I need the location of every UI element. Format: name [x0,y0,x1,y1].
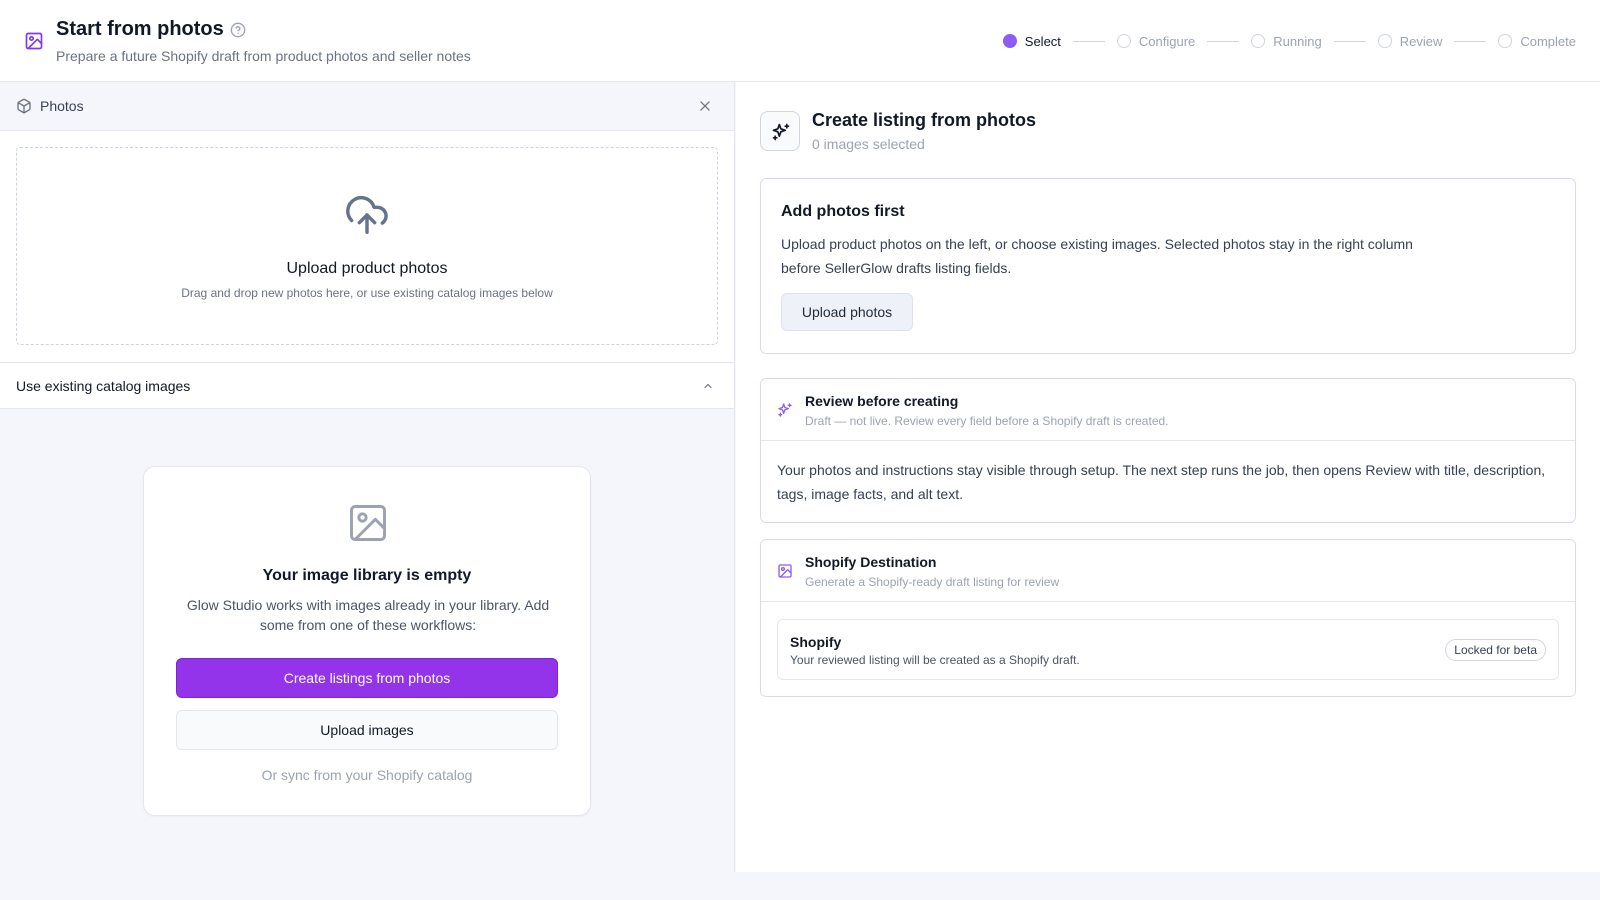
sparkles-icon-box [760,111,800,151]
destination-subtitle: Generate a Shopify-ready draft listing f… [805,575,1060,589]
step-dot [1251,34,1266,48]
listing-title: Create listing from photos [812,110,1037,130]
upload-section: Upload product photos Drag and drop new … [0,131,734,363]
step-dot [1002,34,1017,48]
step-running: Running [1251,33,1322,49]
chevron-up-icon [704,383,712,389]
step-connector [1333,40,1366,42]
destination-card-header: Shopify Destination Generate a Shopify-r… [761,540,1575,602]
shopify-option-title: Shopify [790,634,842,650]
step-connector [1454,40,1487,42]
step-review: Review [1377,33,1443,49]
step-label: Running [1273,33,1322,49]
step-dot [1377,34,1392,48]
image-icon [778,564,792,578]
locked-beta-badge: Locked for beta [1445,639,1546,661]
empty-library-title: Your image library is empty [262,567,472,584]
destination-title: Shopify Destination [805,554,937,570]
image-placeholder-icon [350,505,386,541]
step-configure: Configure [1116,33,1196,49]
step-complete: Complete [1498,34,1576,49]
package-icon [17,98,31,114]
add-photos-card: Add photos first Upload product photos o… [760,178,1576,354]
page-subtitle: Prepare a future Shopify draft from prod… [56,48,471,64]
review-subtitle: Draft — not live. Review every field bef… [805,414,1169,428]
empty-library-description: Glow Studio works with images already in… [186,597,550,633]
photos-panel-header: Photos [0,82,734,131]
step-label: Select [1024,33,1061,49]
sparkles-icon [778,403,792,417]
progress-stepper: Select Configure Running Review Complete [1002,33,1576,49]
close-icon[interactable] [698,99,712,113]
step-label: Review [1399,33,1443,49]
step-select: Select [1002,33,1061,49]
dropzone-title: Upload product photos [286,260,448,277]
step-label: Complete [1520,33,1576,49]
photo-dropzone[interactable]: Upload product photos Drag and drop new … [16,147,718,345]
page-header: Start from photos Prepare a future Shopi… [0,0,1600,82]
page-title: Start from photos [56,18,224,40]
review-card-header: Review before creating Draft — not live.… [761,379,1575,441]
add-photos-title: Add photos first [781,203,905,220]
listing-panel: Create listing from photos 0 images sele… [736,82,1600,872]
cloud-upload-icon [346,196,388,234]
upload-images-button[interactable]: Upload images [176,710,558,750]
empty-library-card: Your image library is empty Glow Studio … [143,466,591,816]
upload-photos-button[interactable]: Upload photos [781,293,913,331]
destination-card: Shopify Destination Generate a Shopify-r… [760,539,1576,697]
catalog-images-label: Use existing catalog images [16,378,191,394]
review-card: Review before creating Draft — not live.… [760,378,1576,523]
image-icon [25,32,43,50]
photos-panel: Photos Upload product photos Drag and dr… [0,82,735,872]
help-circle-icon[interactable] [230,22,246,38]
photos-panel-title: Photos [40,98,84,114]
shopify-destination-option: Shopify Your reviewed listing will be cr… [777,619,1559,680]
sync-shopify-link[interactable]: Or sync from your Shopify catalog [144,767,590,783]
step-label: Configure [1138,33,1196,49]
step-dot [1116,34,1131,48]
catalog-images-toggle[interactable]: Use existing catalog images [0,363,734,409]
review-title: Review before creating [805,393,959,409]
sparkles-icon [772,123,790,141]
selected-count: 0 images selected [812,136,925,152]
shopify-option-subtitle: Your reviewed listing will be created as… [790,653,1080,667]
dropzone-subtitle: Drag and drop new photos here, or use ex… [181,286,553,300]
step-connector [1072,40,1105,42]
create-listings-button[interactable]: Create listings from photos [176,658,558,698]
add-photos-description: Upload product photos on the left, or ch… [781,236,1413,276]
step-dot [1498,34,1513,48]
review-body: Your photos and instructions stay visibl… [777,462,1546,502]
step-connector [1207,40,1240,42]
